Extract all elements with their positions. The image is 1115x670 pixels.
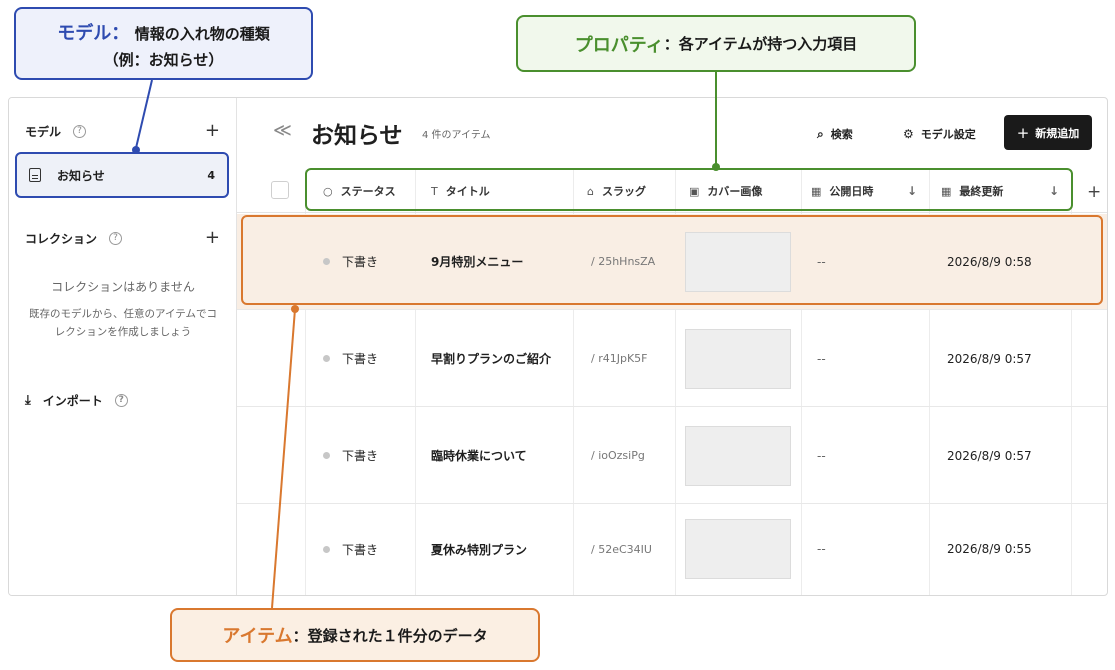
cover-cell	[685, 501, 791, 595]
models-label: モデル	[25, 124, 62, 139]
gear-icon: ⚙	[903, 127, 914, 141]
table-row[interactable]: 下書き 夏休み特別プラン / 52eC34IU -- 2026/8/9 0:55	[237, 501, 1107, 595]
add-item-button[interactable]: + 新規追加	[1004, 115, 1092, 150]
model-annotation-sub: （例：お知らせ）	[103, 51, 224, 69]
models-help-icon[interactable]: ?	[73, 124, 87, 138]
sidebar: モデル ? + お知らせ 4 コレクション ? + コレクションはありません 既…	[9, 98, 237, 595]
collections-header: コレクション ? +	[25, 227, 220, 249]
sidebar-item-label: お知らせ	[57, 168, 105, 183]
status-dot	[323, 452, 330, 459]
status-dot	[323, 545, 330, 553]
plus-icon: +	[1016, 123, 1030, 142]
status-cell: 下書き	[323, 501, 379, 595]
status-text: 下書き	[342, 542, 379, 557]
search-button[interactable]: ⌕ 検索	[817, 126, 853, 142]
search-label: 検索	[830, 128, 853, 141]
import-help-icon[interactable]: ?	[114, 394, 128, 407]
add-column-button[interactable]: +	[1087, 182, 1101, 202]
model-annotation-key: モデル	[57, 23, 112, 44]
document-icon	[29, 168, 41, 182]
published-cell: --	[817, 351, 826, 366]
item-annotation-key: アイテム	[222, 626, 293, 647]
collapse-sidebar-icon[interactable]: ≪	[273, 120, 292, 141]
title-cell[interactable]: 早割りプランのご紹介	[431, 311, 551, 406]
status-cell: 下書き	[323, 408, 378, 503]
item-annotation: アイテム：登録された１件分のデータ	[170, 608, 540, 662]
collections-help-icon[interactable]: ?	[109, 231, 123, 245]
status-dot	[323, 355, 330, 362]
cover-cell	[685, 408, 791, 503]
item-annotation-sep: ：	[292, 626, 308, 645]
collections-label: コレクション	[25, 231, 98, 246]
table-row[interactable]: 下書き 早割りプランのご紹介 / r41JpK5F -- 2026/8/9 0:…	[237, 311, 1107, 407]
property-annotation: プロパティ：各アイテムが持つ入力項目	[516, 15, 916, 72]
cover-image-placeholder	[685, 425, 791, 486]
cover-cell	[685, 311, 791, 406]
cover-image-placeholder	[685, 519, 791, 579]
import-label: インポート	[42, 394, 103, 408]
models-header: モデル ? +	[25, 120, 220, 142]
slug-cell: / ioOzsiPg	[591, 449, 645, 462]
sidebar-item-oshirase[interactable]: お知らせ 4	[15, 152, 229, 198]
status-text: 下書き	[342, 352, 379, 366]
updated-cell: 2026/8/9 0:57	[947, 351, 1032, 366]
add-model-button[interactable]: +	[205, 122, 220, 140]
search-icon: ⌕	[817, 126, 824, 141]
add-item-label: 新規追加	[1035, 126, 1080, 140]
updated-cell: 2026/8/9 0:57	[947, 448, 1032, 463]
status-text: 下書き	[342, 449, 379, 463]
page-title: お知らせ	[311, 123, 403, 149]
updated-cell: 2026/8/9 0:55	[947, 542, 1032, 556]
property-annotation-text: 各アイテムが持つ入力項目	[678, 35, 858, 53]
property-annotation-sep: ：	[663, 35, 679, 53]
item-count: 4 件のアイテム	[422, 130, 491, 141]
status-cell: 下書き	[323, 311, 378, 406]
table-row[interactable]: 下書き 臨時休業について / ioOzsiPg -- 2026/8/9 0:57	[237, 408, 1107, 504]
sidebar-item-count: 4	[207, 168, 215, 182]
cover-image-placeholder	[685, 328, 791, 389]
model-settings-button[interactable]: ⚙ モデル設定	[903, 126, 976, 142]
slug-cell: / 52eC34IU	[591, 542, 652, 556]
model-annotation-text: 情報の入れ物の種類	[134, 25, 270, 43]
item-highlight-frame	[241, 215, 1103, 305]
title-cell[interactable]: 臨時休業について	[431, 408, 527, 503]
slug-cell: / r41JpK5F	[591, 352, 648, 365]
property-annotation-key: プロパティ	[574, 34, 664, 56]
model-settings-label: モデル設定	[920, 128, 976, 141]
model-annotation: モデル： 情報の入れ物の種類 （例：お知らせ）	[14, 7, 313, 80]
property-highlight-frame	[305, 168, 1073, 211]
download-icon: ⤓	[25, 393, 31, 408]
page-header: ≪ お知らせ 4 件のアイテム ⌕ 検索 ⚙ モデル設定 + 新規追加	[237, 98, 1107, 164]
collections-empty-title: コレクションはありません	[51, 280, 195, 294]
add-collection-button[interactable]: +	[205, 229, 220, 247]
model-annotation-sep: ：	[111, 23, 130, 44]
import-button[interactable]: ⤓ インポート ?	[25, 392, 128, 409]
title-cell[interactable]: 夏休み特別プラン	[431, 501, 527, 595]
published-cell: --	[817, 448, 826, 463]
item-annotation-text: 登録された１件分のデータ	[307, 626, 488, 645]
published-cell: --	[817, 542, 826, 556]
collections-empty-desc: 既存のモデルから、任意のアイテムでコレクションを作成しましょう	[29, 308, 217, 338]
select-all-checkbox[interactable]	[271, 181, 289, 199]
